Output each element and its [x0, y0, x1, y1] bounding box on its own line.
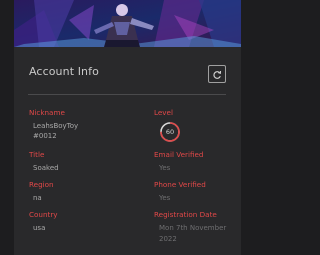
account-info-card: Account Info Nickname LeahsBoyToy #0012 …: [14, 47, 241, 255]
phone-verified-label: Phone Verified: [154, 180, 206, 189]
country-label: Country: [29, 210, 58, 219]
title-label: Title: [29, 150, 45, 159]
account-screen: Account Info Nickname LeahsBoyToy #0012 …: [0, 0, 255, 255]
divider: [28, 94, 226, 95]
refresh-icon: [212, 65, 222, 84]
registration-date-year: 2022: [159, 235, 177, 243]
card-title: Account Info: [29, 65, 99, 78]
nickname-label: Nickname: [29, 108, 65, 117]
email-verified-value: Yes: [159, 164, 171, 172]
region-label: Region: [29, 180, 54, 189]
nickname-value: LeahsBoyToy: [33, 122, 79, 130]
registration-date-value: Mon 7th November: [159, 224, 227, 232]
level-value: 60: [165, 128, 175, 136]
nickname-tag: #0012: [33, 132, 57, 140]
email-verified-label: Email Verified: [154, 150, 204, 159]
country-value: usa: [33, 224, 46, 232]
refresh-button[interactable]: [208, 65, 226, 83]
phone-verified-value: Yes: [159, 194, 171, 202]
registration-date-label: Registration Date: [154, 210, 217, 219]
title-value: Soaked: [33, 164, 59, 172]
region-value: na: [33, 194, 42, 202]
level-progress-ring: 60: [159, 121, 181, 143]
profile-banner-image: [14, 0, 241, 47]
level-label: Level: [154, 108, 173, 117]
